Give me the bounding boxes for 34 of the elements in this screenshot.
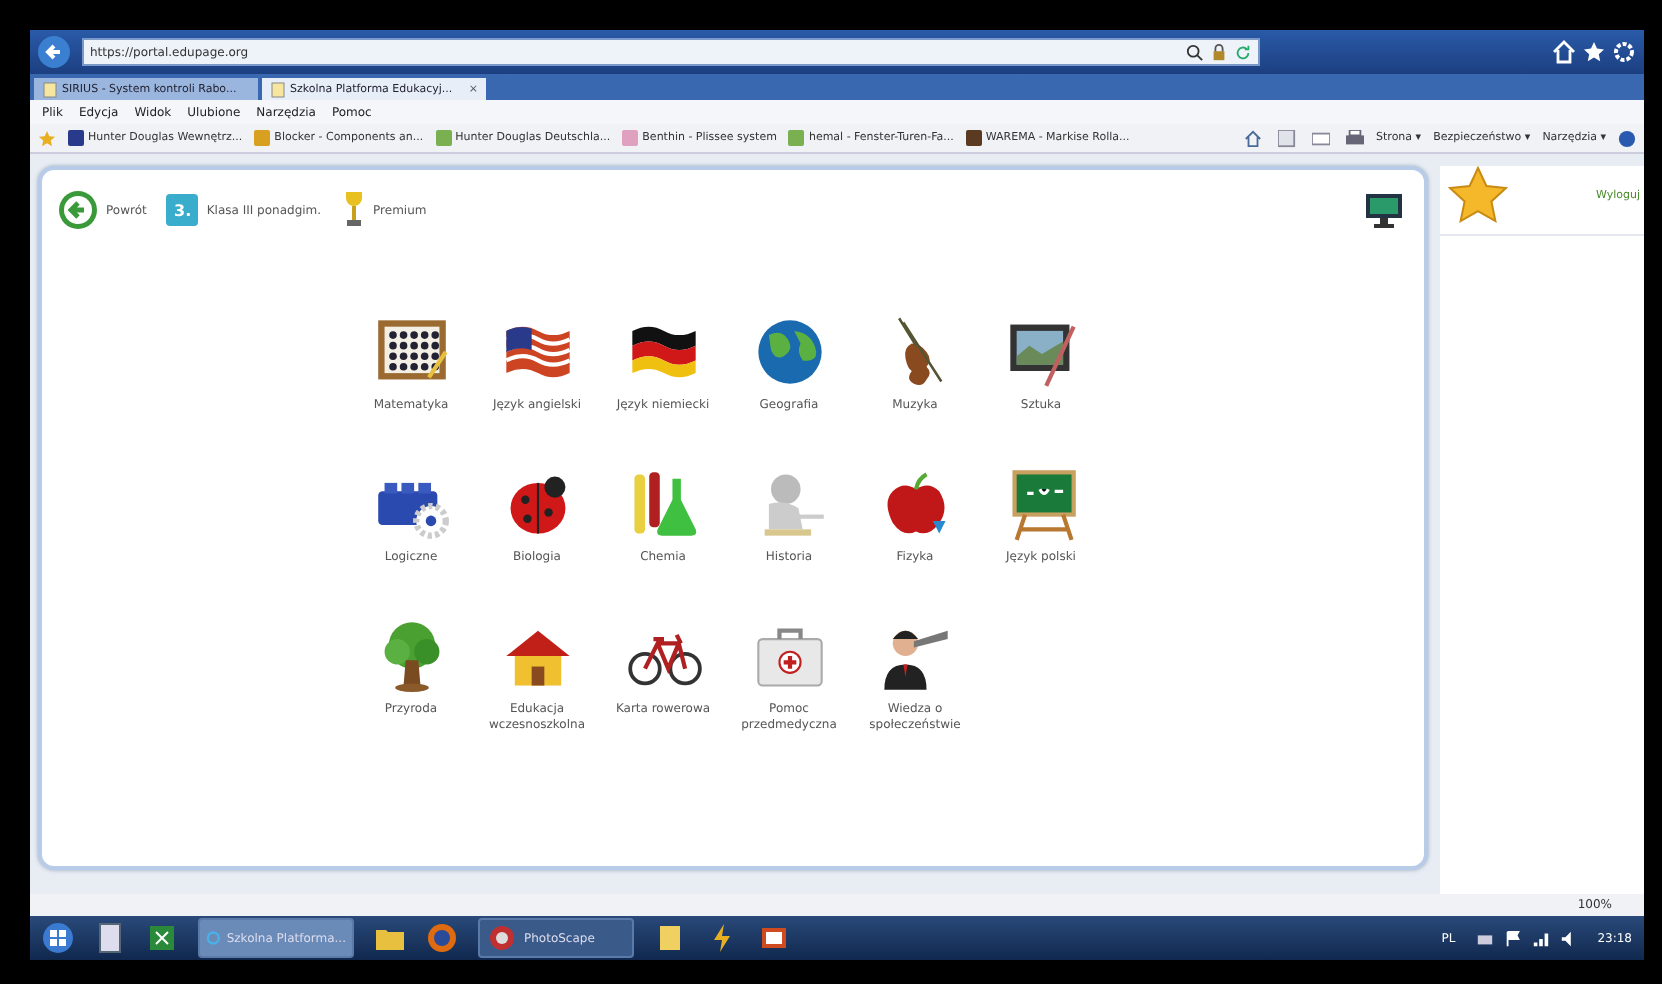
taskbar-app[interactable] <box>146 922 178 954</box>
class-badge: 3. <box>166 194 199 226</box>
photo-app-icon <box>486 922 518 954</box>
windows-logo-icon <box>42 922 74 954</box>
site-icon <box>622 130 639 146</box>
star-icon <box>1448 166 1508 226</box>
monitor-icon <box>1364 190 1404 230</box>
taskbar-app[interactable] <box>94 922 126 954</box>
refresh-icon <box>1234 43 1252 61</box>
start-button[interactable] <box>42 922 74 954</box>
flag-icon <box>1503 929 1522 947</box>
back-button[interactable] <box>38 36 70 68</box>
settings-icon <box>1612 40 1636 64</box>
site-icon <box>965 130 982 146</box>
page-icon <box>42 81 58 97</box>
star-icon <box>1582 40 1606 64</box>
lock-icon <box>1210 43 1228 61</box>
signal-icon <box>1531 929 1550 947</box>
site-icon <box>435 130 452 146</box>
document-icon <box>94 922 126 954</box>
home-page-icon <box>1244 129 1263 147</box>
site-icon <box>254 130 271 146</box>
slides-icon <box>758 922 790 954</box>
home-icon <box>1552 40 1576 64</box>
trophy-icon <box>341 190 366 230</box>
site-icon <box>68 130 84 146</box>
taskbar-app[interactable] <box>758 922 790 954</box>
printer-icon <box>1346 129 1365 147</box>
search-icon <box>1186 43 1204 61</box>
site-icon <box>788 130 805 146</box>
page-icon <box>270 81 286 97</box>
back-circle-icon <box>58 190 98 230</box>
spreadsheet-icon <box>146 922 178 954</box>
favorites-star-icon <box>38 129 56 147</box>
